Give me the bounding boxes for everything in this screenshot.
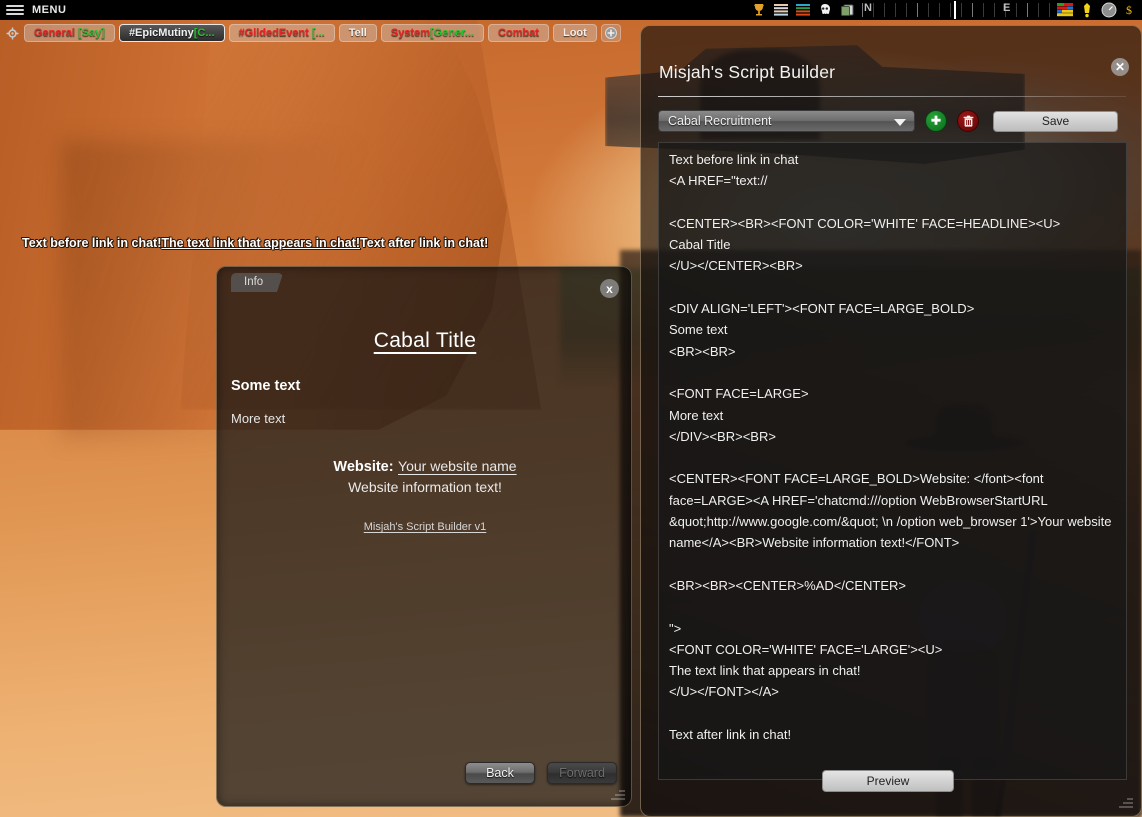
chat-text-after: Text after link in chat! [360, 236, 489, 250]
skull-icon[interactable] [814, 0, 836, 20]
compass-east-label: E [1003, 2, 1011, 14]
chat-tab-name: General [34, 27, 75, 39]
chat-tab-name: System [390, 27, 430, 39]
preview-button[interactable]: Preview [822, 770, 954, 792]
chat-tab-suffix: [... [311, 27, 325, 39]
info-window-buttons: Back Forward [465, 762, 617, 784]
color-bars-icon[interactable] [792, 0, 814, 20]
compass-tick [961, 3, 962, 17]
add-script-button[interactable] [925, 110, 947, 132]
compass-tick [994, 3, 995, 17]
script-builder-credit: Misjah's Script Builder v1 [231, 517, 619, 535]
compass-tick [939, 3, 940, 17]
compass-tick [906, 3, 907, 17]
forward-button: Forward [547, 762, 617, 784]
compass-tick [917, 3, 918, 17]
script-select-value: Cabal Recruitment [668, 114, 772, 128]
compass-tick [873, 3, 874, 17]
world-chat-message: Text before link in chat!The text link t… [22, 236, 488, 250]
script-builder-window: Misjah's Script Builder ✕ Cabal Recruitm… [640, 25, 1142, 817]
trash-icon [963, 115, 973, 127]
chat-tab-gildedevent[interactable]: #GildedEvent [... [228, 24, 335, 42]
back-button[interactable]: Back [465, 762, 535, 784]
chat-tab-combat[interactable]: Combat [488, 24, 549, 42]
resize-grip-icon[interactable] [611, 786, 625, 800]
chat-tab-name: Loot [562, 27, 587, 39]
script-text-area[interactable]: Text before link in chat <A HREF="text:/… [658, 142, 1127, 780]
chat-tab-suffix: [C... [193, 27, 215, 39]
chat-tab-suffix: [Say] [78, 27, 105, 39]
script-builder-title: Misjah's Script Builder [659, 62, 836, 82]
clock-icon[interactable] [1098, 0, 1120, 20]
chat-tab-system[interactable]: System [Gener... [380, 24, 485, 42]
resize-grip-icon[interactable] [1119, 794, 1133, 808]
website-info-text: Website information text! [348, 479, 502, 495]
script-builder-toolbar: Cabal Recruitment Save [658, 110, 1128, 132]
chat-tab-tell[interactable]: Tell [338, 24, 377, 42]
title-divider [658, 96, 1126, 97]
script-builder-credit-link[interactable]: Misjah's Script Builder v1 [364, 521, 487, 533]
script-select-dropdown[interactable]: Cabal Recruitment [658, 110, 915, 132]
chat-tab-suffix: [Gener... [430, 27, 475, 39]
info-more-text: More text [231, 411, 286, 426]
chat-tab-name: #EpicMutiny [128, 27, 194, 39]
compass-tick [1016, 3, 1017, 17]
compass-strip: NE [858, 0, 1054, 20]
website-link[interactable]: Your website name [398, 458, 517, 474]
chat-text-before: Text before link in chat! [22, 236, 162, 250]
compass-tick [972, 3, 973, 17]
chat-tab-general[interactable]: General [Say] [24, 24, 115, 42]
delete-script-button[interactable] [957, 110, 979, 132]
compass-north-label: N [864, 2, 872, 14]
chat-tab-epicmutiny[interactable]: #EpicMutiny [C... [118, 24, 225, 42]
website-label: Website: [333, 459, 394, 475]
compass-tick [983, 3, 984, 17]
info-window-tab[interactable]: Info [231, 273, 284, 292]
chat-tab-name: Combat [498, 27, 539, 39]
compass-tick [884, 3, 885, 17]
plus-icon [931, 115, 941, 125]
info-some-text: Some text [231, 378, 301, 394]
info-window: Info x Cabal Title Some text More text W… [216, 266, 632, 807]
compass-tick [1038, 3, 1039, 17]
close-icon[interactable]: ✕ [1111, 58, 1129, 76]
list-bars-icon[interactable] [770, 0, 792, 20]
compass-needle [954, 1, 956, 19]
save-button[interactable]: Save [993, 110, 1118, 132]
compass-tick [862, 3, 863, 17]
info-window-body: Cabal Title Some text More text Website:… [217, 313, 631, 535]
team-colors-icon[interactable] [1054, 0, 1076, 20]
svg-text:$: $ [1126, 3, 1132, 17]
compass-tick [928, 3, 929, 17]
alert-exclamation-icon[interactable] [1076, 0, 1098, 20]
chat-text-link[interactable]: The text link that appears in chat! [161, 236, 360, 250]
inventory-bag-icon[interactable] [836, 0, 858, 20]
compass-tick [950, 3, 951, 17]
add-chat-tab-button[interactable] [600, 24, 621, 42]
compass-tick [895, 3, 896, 17]
chevron-down-icon [894, 119, 906, 126]
chat-tab-loot[interactable]: Loot [552, 24, 597, 42]
chat-tab-bar: General [Say] #EpicMutiny [C... #GildedEv… [0, 22, 640, 44]
trophy-icon[interactable] [748, 0, 770, 20]
coin-icon[interactable]: $ [1120, 0, 1142, 20]
menu-hamburger-icon[interactable] [6, 5, 24, 15]
top-menu-bar: MENU NE $ [0, 0, 1142, 20]
plus-icon [604, 27, 617, 39]
compass-tick [1049, 3, 1050, 17]
cabal-title: Cabal Title [373, 329, 477, 352]
website-row: Website: Your website name [231, 458, 619, 476]
chat-tab-name: Tell [348, 27, 367, 39]
close-icon[interactable]: x [600, 279, 619, 298]
top-icon-tray: NE $ [748, 0, 1142, 20]
chat-tab-name: #GildedEvent [238, 27, 309, 39]
gear-icon[interactable] [4, 25, 20, 41]
menu-label[interactable]: MENU [32, 4, 66, 16]
compass-tick [1027, 3, 1028, 17]
